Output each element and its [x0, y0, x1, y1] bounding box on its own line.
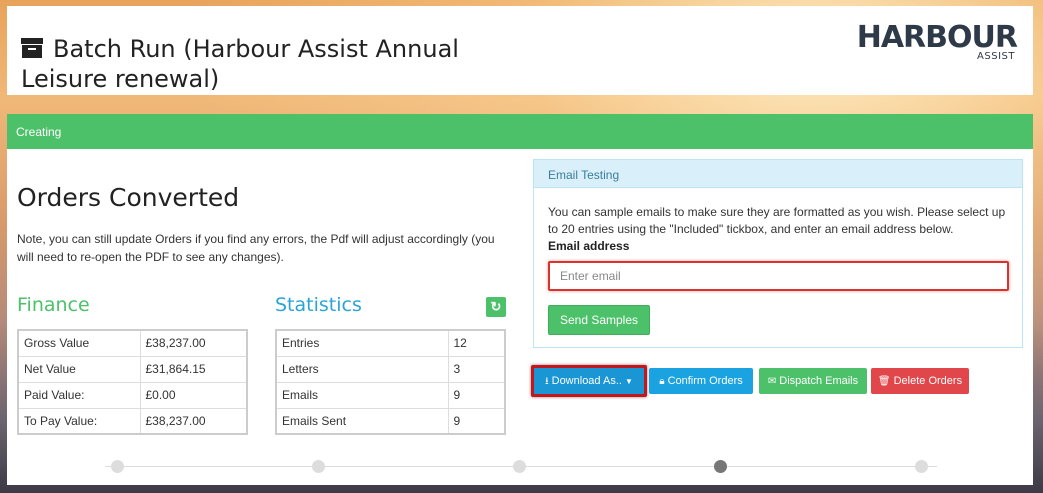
progress-step-3[interactable]	[513, 460, 526, 473]
statistics-table: Entries 12 Letters 3 Emails 9 Emails Sent 9	[275, 329, 506, 435]
progress-step-4[interactable]	[714, 460, 727, 473]
finance-value-net: £31,864.15	[139, 355, 248, 383]
status-text: Creating	[16, 125, 62, 139]
envelope-icon: ✉	[767, 376, 777, 387]
finance-value-paid: £0.00	[139, 381, 248, 409]
table-row: Net Value £31,864.15	[17, 355, 248, 383]
table-row: Letters 3	[275, 355, 506, 383]
finance-label-gross: Gross Value	[17, 329, 141, 357]
stats-value-entries: 12	[447, 329, 506, 357]
trash-icon: 🗑︎	[877, 376, 891, 387]
dispatch-emails-button[interactable]: ✉ Dispatch Emails	[759, 368, 867, 394]
confirm-label: Confirm Orders	[667, 375, 743, 387]
orders-converted-heading: Orders Converted	[17, 183, 240, 212]
finance-label-paid: Paid Value:	[17, 381, 141, 409]
caret-down-icon: ▼	[624, 377, 633, 386]
stats-label-letters: Letters	[275, 355, 449, 383]
status-bar: Creating	[7, 114, 1033, 149]
statistics-heading: Statistics	[275, 294, 362, 316]
logo-main-text: HARBOUR	[856, 20, 1018, 55]
orders-note: Note, you can still update Orders if you…	[17, 232, 495, 264]
progress-step-1[interactable]	[111, 460, 124, 473]
page-title-text: Batch Run (Harbour Assist Annual Leisure…	[21, 35, 459, 93]
harbour-assist-logo: HARBOUR ASSIST	[856, 20, 1018, 63]
page-title: Batch Run (Harbour Assist Annual Leisure…	[21, 34, 521, 94]
table-row: Paid Value: £0.00	[17, 381, 248, 409]
delete-label: Delete Orders	[893, 375, 963, 387]
stats-label-entries: Entries	[275, 329, 449, 357]
refresh-button[interactable]: ↻	[486, 297, 506, 317]
stats-value-emails-sent: 9	[447, 407, 506, 435]
email-input[interactable]	[548, 261, 1009, 291]
refresh-icon: ↻	[490, 299, 502, 314]
table-row: Entries 12	[275, 329, 506, 357]
table-row: Gross Value £38,237.00	[17, 329, 248, 357]
main-panel: Orders Converted Note, you can still upd…	[7, 149, 1033, 485]
table-row: Emails Sent 9	[275, 407, 506, 435]
download-icon: ⭳	[545, 376, 549, 387]
email-address-label: Email address	[548, 239, 630, 253]
progress-step-5[interactable]	[915, 460, 928, 473]
dispatch-label: Dispatch Emails	[779, 375, 859, 387]
page-header: Batch Run (Harbour Assist Annual Leisure…	[7, 6, 1033, 95]
email-testing-description: You can sample emails to make sure they …	[548, 205, 1006, 236]
finance-heading: Finance	[17, 294, 90, 316]
stats-value-letters: 3	[447, 355, 506, 383]
finance-label-net: Net Value	[17, 355, 141, 383]
table-row: To Pay Value: £38,237.00	[17, 407, 248, 435]
finance-label-topay: To Pay Value:	[17, 407, 141, 435]
stats-value-emails: 9	[447, 381, 506, 409]
download-as-button[interactable]: ⭳ Download As.. ▼	[531, 365, 647, 397]
table-row: Emails 9	[275, 381, 506, 409]
delete-orders-button[interactable]: 🗑︎ Delete Orders	[871, 368, 969, 394]
download-label: Download As..	[551, 375, 622, 387]
email-testing-panel: Email Testing You can sample emails to m…	[533, 159, 1023, 348]
stats-label-emails-sent: Emails Sent	[275, 407, 449, 435]
send-samples-button[interactable]: Send Samples	[548, 305, 650, 335]
confirm-orders-button[interactable]: 🔒︎ Confirm Orders	[649, 368, 753, 394]
archive-box-icon	[21, 38, 43, 58]
finance-value-topay: £38,237.00	[139, 407, 248, 435]
stats-label-emails: Emails	[275, 381, 449, 409]
progress-step-2[interactable]	[312, 460, 325, 473]
lock-icon: 🔒︎	[659, 376, 665, 387]
email-testing-heading: Email Testing	[534, 160, 1022, 188]
finance-value-gross: £38,237.00	[139, 329, 248, 357]
finance-table: Gross Value £38,237.00 Net Value £31,864.1…	[17, 329, 248, 435]
